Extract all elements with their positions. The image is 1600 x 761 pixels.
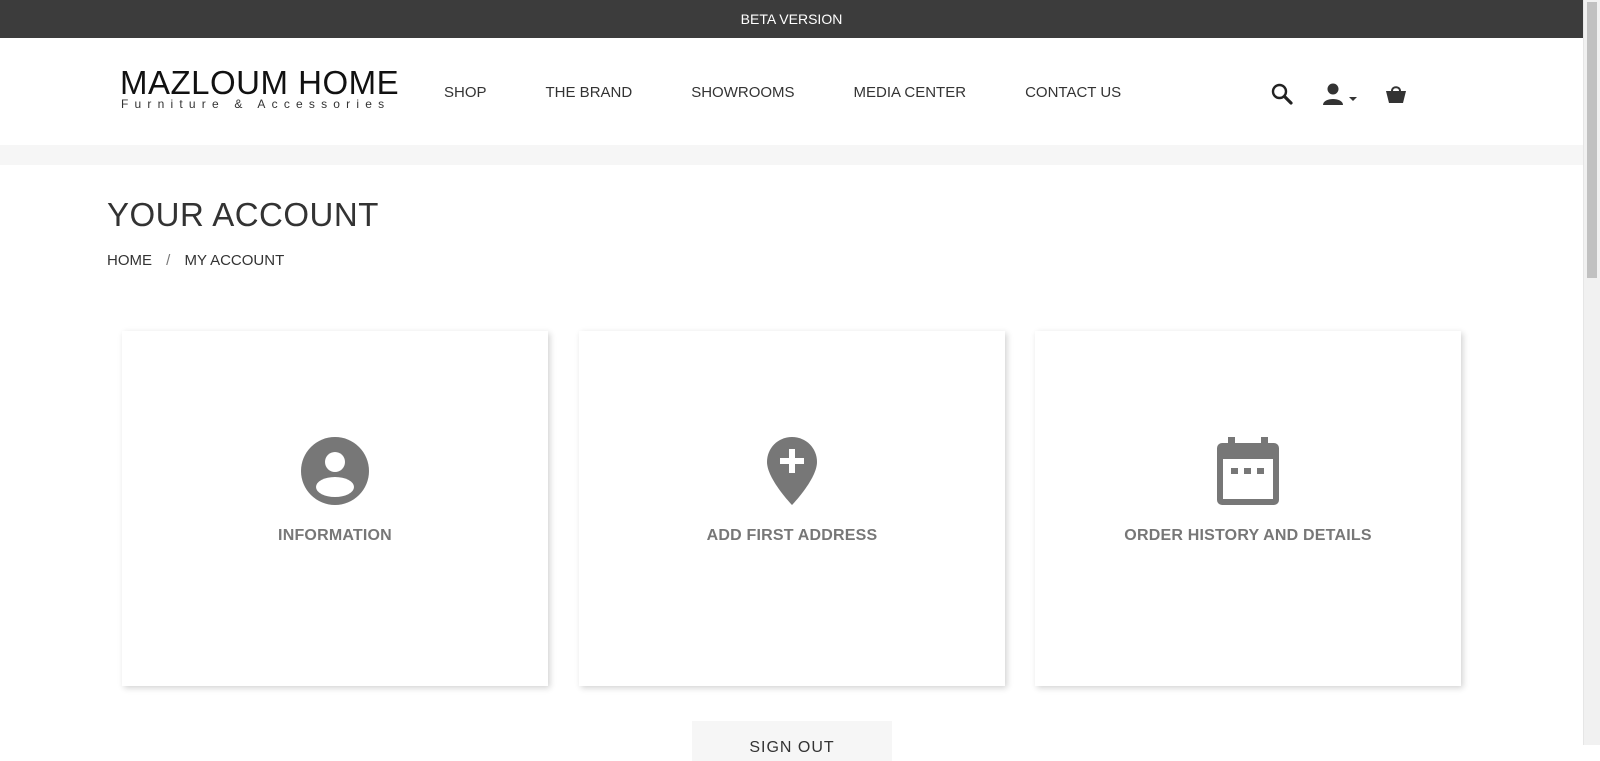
breadcrumb-current: MY ACCOUNT — [184, 252, 285, 269]
beta-banner-text: BETA VERSION — [740, 11, 843, 27]
chevron-down-icon — [1349, 97, 1357, 101]
main-nav: SHOP THE BRAND SHOWROOMS MEDIA CENTER CO… — [444, 84, 1180, 101]
nav-item-contact-us[interactable]: CONTACT US — [1025, 84, 1121, 101]
breadcrumb-home[interactable]: HOME — [107, 252, 152, 269]
order-history-card[interactable]: ORDER HISTORY AND DETAILS — [1035, 331, 1461, 686]
account-circle-icon — [301, 437, 369, 505]
scrollbar[interactable] — [1583, 0, 1600, 745]
header-divider-strip — [0, 145, 1583, 165]
scrollbar-thumb[interactable] — [1587, 2, 1597, 278]
logo-title: MAZLOUM HOME — [120, 64, 400, 101]
nav-item-shop[interactable]: SHOP — [444, 84, 487, 101]
nav-item-the-brand[interactable]: THE BRAND — [546, 84, 633, 101]
breadcrumb: HOME / MY ACCOUNT — [107, 252, 284, 269]
nav-item-media-center[interactable]: MEDIA CENTER — [854, 84, 967, 101]
card-label: ORDER HISTORY AND DETAILS — [1124, 527, 1372, 544]
page-title: YOUR ACCOUNT — [107, 196, 379, 233]
add-location-icon — [767, 437, 817, 505]
sign-out-button[interactable]: SIGN OUT — [692, 721, 892, 761]
header-icons — [1270, 82, 1407, 106]
logo-subtitle: Furniture & Accessories — [121, 97, 391, 111]
information-card[interactable]: INFORMATION — [122, 331, 548, 686]
card-label: INFORMATION — [278, 527, 392, 544]
nav-item-showrooms[interactable]: SHOWROOMS — [691, 84, 794, 101]
search-button[interactable] — [1270, 82, 1294, 106]
beta-banner: BETA VERSION — [0, 0, 1583, 38]
user-icon — [1323, 83, 1343, 105]
account-menu-button[interactable] — [1322, 82, 1359, 106]
cart-button[interactable] — [1385, 83, 1407, 105]
search-icon — [1271, 83, 1293, 105]
basket-icon — [1386, 86, 1406, 103]
breadcrumb-separator: / — [166, 252, 171, 269]
card-label: ADD FIRST ADDRESS — [706, 527, 878, 544]
logo[interactable]: MAZLOUM HOME Furniture & Accessories — [120, 64, 400, 114]
add-address-card[interactable]: ADD FIRST ADDRESS — [579, 331, 1005, 686]
calendar-icon — [1217, 437, 1279, 505]
site-header: MAZLOUM HOME Furniture & Accessories SHO… — [0, 38, 1583, 145]
